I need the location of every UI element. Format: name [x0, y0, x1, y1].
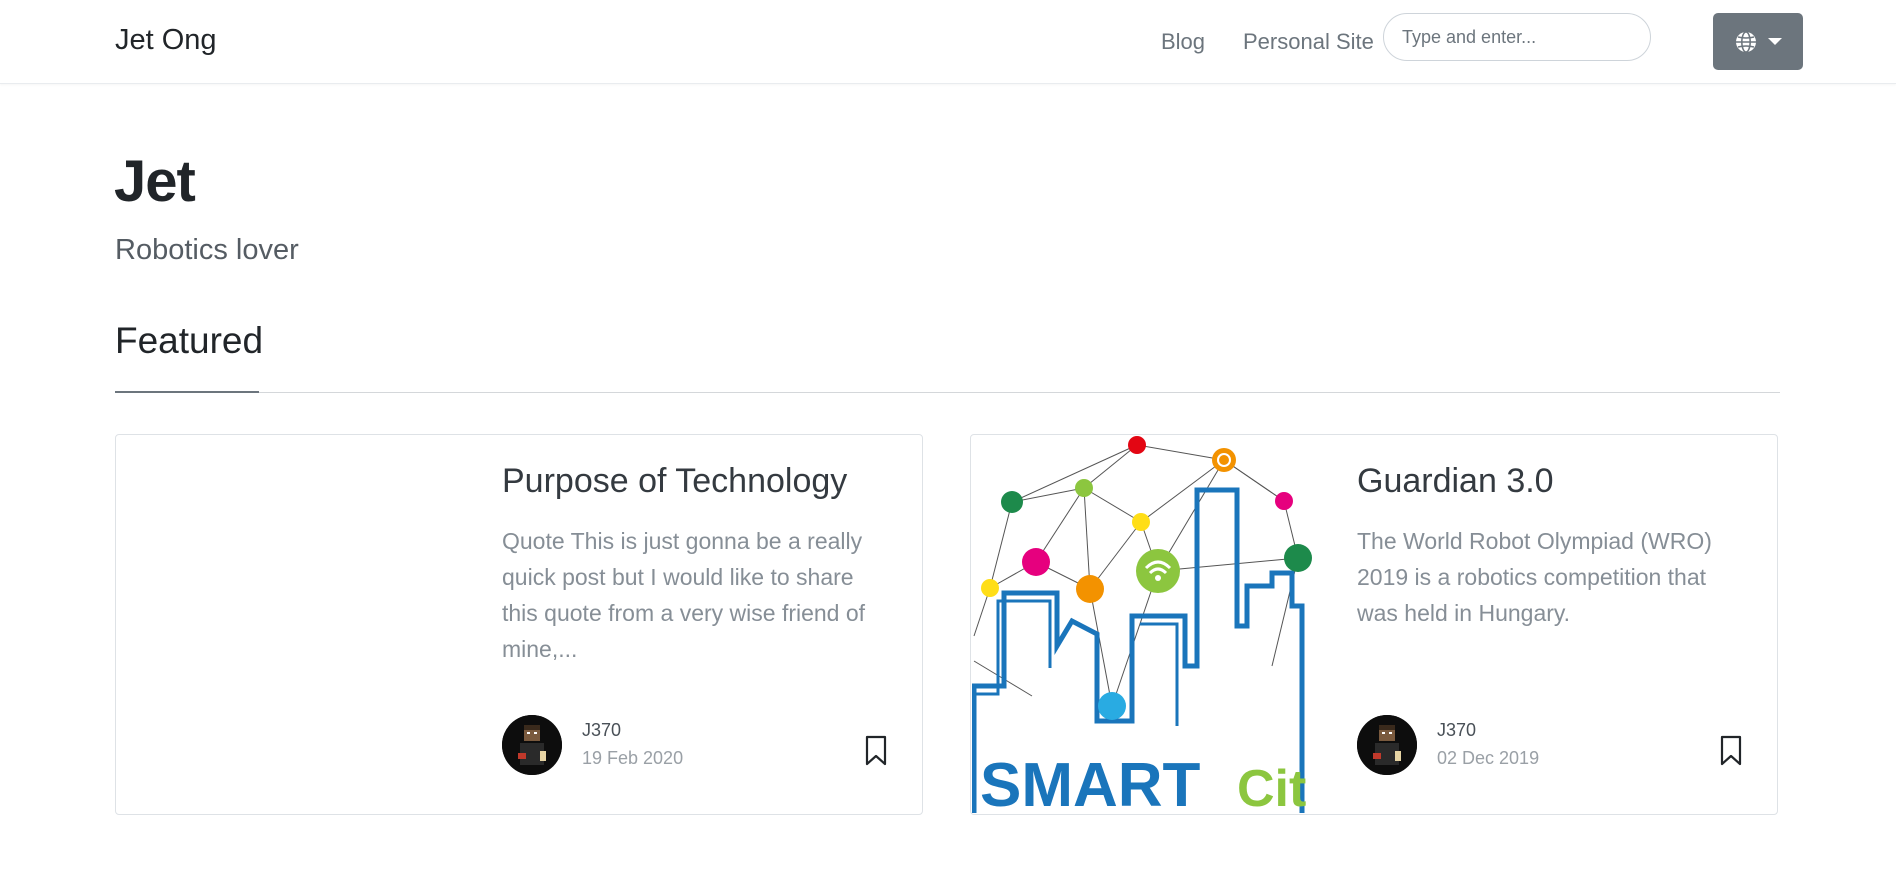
avatar[interactable]: [1357, 715, 1417, 775]
post-card[interactable]: Purpose of Technology Quote This is just…: [115, 434, 923, 815]
page-subtitle: Robotics lover: [115, 234, 299, 266]
post-excerpt: The World Robot Olympiad (WRO) 2019 is a…: [1357, 528, 1712, 626]
post-date: 19 Feb 2020: [582, 748, 684, 768]
page-title: Jet: [114, 149, 196, 214]
bookmark-icon[interactable]: [1719, 735, 1743, 767]
section-divider-accent: [115, 391, 259, 393]
post-card[interactable]: SMART Cit Guardian 3.0 The World Robot O…: [970, 434, 1778, 815]
search-input[interactable]: [1383, 13, 1651, 61]
post-title[interactable]: Purpose of Technology: [502, 462, 847, 501]
nav-link-personal-site[interactable]: Personal Site: [1243, 29, 1374, 55]
image-text-smart: SMART: [980, 751, 1201, 813]
post-author[interactable]: J370: [1437, 720, 1476, 741]
avatar[interactable]: [502, 715, 562, 775]
post-author[interactable]: J370: [582, 720, 621, 741]
brand-link[interactable]: Jet Ong: [115, 24, 217, 57]
post-date: 02 Dec 2019: [1437, 748, 1540, 768]
globe-icon: [1736, 30, 1756, 53]
post-image[interactable]: SMART Cit: [972, 436, 1330, 813]
image-text-city: Cit: [1237, 760, 1306, 813]
bookmark-icon[interactable]: [864, 735, 888, 767]
chevron-down-icon: [1768, 38, 1782, 45]
section-divider: [115, 392, 1780, 393]
language-dropdown-button[interactable]: [1713, 13, 1803, 70]
post-image-placeholder[interactable]: [117, 436, 475, 813]
featured-heading: Featured: [115, 320, 264, 361]
navbar: Jet Ong Blog Personal Site: [0, 0, 1896, 84]
nav-link-blog[interactable]: Blog: [1161, 29, 1205, 55]
post-excerpt: Quote This is just gonna be a really qui…: [502, 528, 866, 662]
post-title[interactable]: Guardian 3.0: [1357, 462, 1554, 501]
smart-city-illustration: SMART Cit: [972, 436, 1330, 813]
